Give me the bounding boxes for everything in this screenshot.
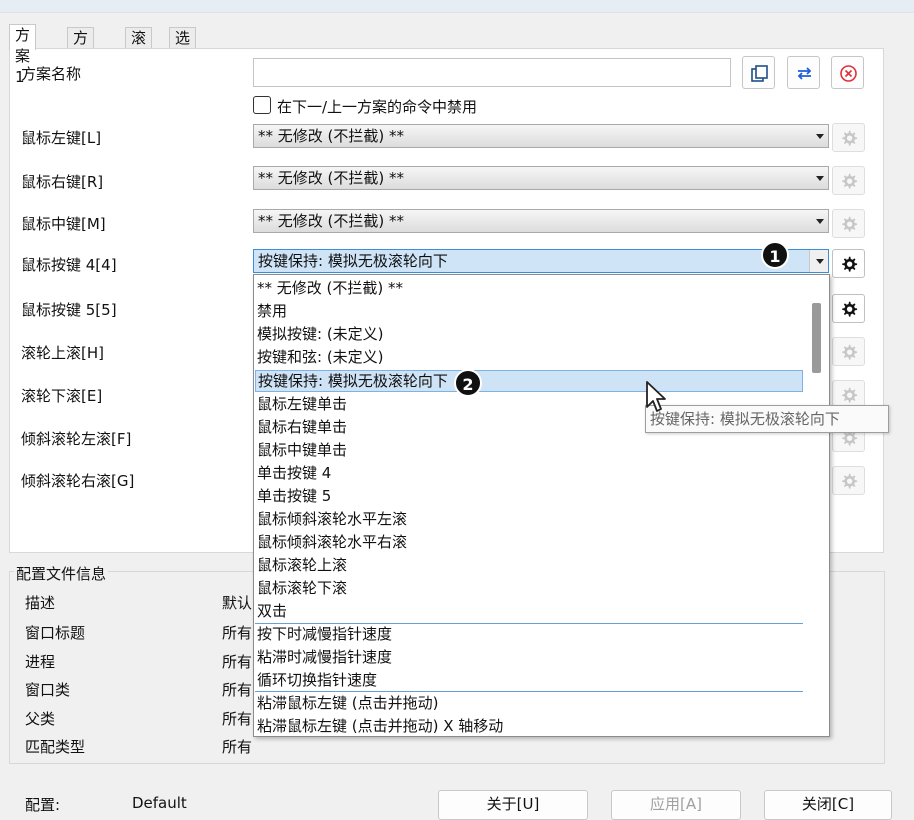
disable-in-cycle-checkbox[interactable]	[253, 96, 271, 114]
row-label-wheel-up: 滚轮上滚[H]	[21, 344, 104, 362]
row-label-right-button: 鼠标右键[R]	[21, 173, 104, 191]
info-value-window-title: 所有	[222, 624, 253, 642]
about-button[interactable]: 关于[U]	[438, 790, 588, 820]
mouse-cursor-icon	[646, 381, 666, 412]
dropdown-item-selected[interactable]: 按键保持: 模拟无极滚轮向下	[255, 370, 803, 392]
tooltip: 按键保持: 模拟无极滚轮向下	[645, 405, 889, 433]
dropdown-scrollbar[interactable]	[805, 275, 829, 736]
info-value-window-class: 所有	[222, 681, 253, 699]
profile-label: 配置:	[25, 796, 61, 814]
window-top-strip	[0, 0, 914, 13]
gear-icon	[842, 256, 858, 272]
dropdown-item[interactable]: ** 无修改 (不拦截) **	[255, 277, 805, 299]
gear-icon	[842, 173, 858, 189]
dropdown-item[interactable]: 粘滞鼠标左键 (点击并拖动)	[255, 692, 805, 714]
close-circle-icon	[840, 65, 857, 82]
delete-scheme-button[interactable]	[831, 56, 864, 89]
chevron-down-icon	[816, 259, 824, 264]
gear-icon	[842, 387, 858, 403]
annotation-badge-2: 2	[454, 369, 482, 397]
dropdown-item[interactable]: 双击	[255, 600, 805, 622]
dropdown-item[interactable]: 鼠标滚轮上滚	[255, 554, 805, 576]
row-label-button-4: 鼠标按键 4[4]	[21, 256, 117, 274]
action-dropdown-list[interactable]: ** 无修改 (不拦截) ** 禁用 模拟按键: (未定义) 按键和弦: (未定…	[253, 274, 830, 737]
info-key-window-class: 窗口类	[25, 681, 71, 699]
disable-in-cycle-label: 在下一/上一方案的命令中禁用	[277, 98, 478, 116]
dropdown-item[interactable]: 鼠标滚轮下滚	[255, 577, 805, 599]
row-label-middle-button: 鼠标中键[M]	[21, 215, 106, 233]
button-4-settings-button[interactable]	[832, 249, 865, 278]
combo-value: ** 无修改 (不拦截) **	[258, 169, 405, 187]
dropdown-item[interactable]: 粘滞时减慢指针速度	[255, 646, 805, 668]
dropdown-item[interactable]: 鼠标倾斜滚轮水平右滚	[255, 531, 805, 553]
row-label-tilt-left: 倾斜滚轮左滚[F]	[21, 430, 132, 448]
left-button-combo[interactable]: ** 无修改 (不拦截) **	[253, 124, 829, 148]
dropdown-item[interactable]: 单击按键 5	[255, 485, 805, 507]
button-4-combo[interactable]: 按键保持: 模拟无极滚轮向下	[253, 249, 829, 273]
chevron-down-icon	[816, 134, 824, 139]
info-key-match-type: 匹配类型	[25, 738, 86, 756]
left-button-settings-button[interactable]	[832, 123, 865, 152]
row-label-left-button: 鼠标左键[L]	[21, 129, 102, 147]
info-value-description: 默认	[222, 594, 253, 612]
row-label-button-5: 鼠标按键 5[5]	[21, 301, 117, 319]
gear-icon	[842, 216, 858, 232]
dropdown-item[interactable]: 按键和弦: (未定义)	[255, 346, 805, 368]
info-value-parent-class: 所有	[222, 710, 253, 728]
gear-icon	[842, 130, 858, 146]
combo-value: ** 无修改 (不拦截) **	[258, 127, 405, 145]
middle-button-combo[interactable]: ** 无修改 (不拦截) **	[253, 209, 829, 233]
info-key-description: 描述	[25, 594, 56, 612]
swap-scheme-button[interactable]	[787, 56, 820, 89]
button-5-settings-button[interactable]	[832, 294, 865, 323]
tab-scheme-1[interactable]: 方案 1	[9, 24, 37, 86]
chevron-down-icon	[816, 176, 824, 181]
gear-icon	[842, 301, 858, 317]
info-value-match-type: 所有	[222, 738, 253, 756]
apply-button[interactable]: 应用[A]	[611, 790, 741, 820]
close-button[interactable]: 关闭[C]	[764, 790, 892, 820]
dropdown-item[interactable]: 循环切换指针速度	[255, 669, 805, 691]
chevron-down-icon	[816, 219, 824, 224]
right-button-settings-button[interactable]	[832, 166, 865, 195]
tab-options[interactable]: 选项	[169, 27, 197, 68]
annotation-badge-1: 1	[761, 241, 789, 269]
dropdown-item[interactable]: 按下时减慢指针速度	[255, 623, 805, 645]
combo-value: ** 无修改 (不拦截) **	[258, 212, 405, 230]
info-key-window-title: 窗口标题	[25, 624, 86, 642]
dropdown-item[interactable]: 禁用	[255, 300, 805, 322]
dropdown-item[interactable]: 鼠标中键单击	[255, 439, 805, 461]
scheme-name-input[interactable]	[253, 58, 731, 87]
profile-value[interactable]: Default	[132, 794, 187, 812]
info-value-process: 所有	[222, 653, 253, 671]
gear-icon	[842, 473, 858, 489]
tilt-right-settings-button[interactable]	[832, 466, 865, 495]
tab-scroll[interactable]: 滚动	[125, 27, 153, 68]
dropdown-item[interactable]: 模拟按键: (未定义)	[255, 323, 805, 345]
middle-button-settings-button[interactable]	[832, 209, 865, 238]
dropdown-item[interactable]: 单击按键 4	[255, 462, 805, 484]
row-label-wheel-down: 滚轮下滚[E]	[21, 387, 103, 405]
right-button-combo[interactable]: ** 无修改 (不拦截) **	[253, 166, 829, 190]
copy-scheme-button[interactable]	[742, 56, 775, 89]
info-key-process: 进程	[25, 653, 56, 671]
dropdown-item[interactable]: 粘滞鼠标左键 (点击并拖动) X 轴移动	[255, 715, 805, 736]
profile-info-title: 配置文件信息	[14, 563, 109, 584]
wheel-up-settings-button[interactable]	[832, 337, 865, 366]
info-key-parent-class: 父类	[25, 710, 56, 728]
row-label-tilt-right: 倾斜滚轮右滚[G]	[21, 472, 135, 490]
gear-icon	[842, 344, 858, 360]
swap-arrows-icon	[797, 67, 812, 80]
scrollbar-thumb[interactable]	[812, 303, 821, 373]
tab-scheme-2[interactable]: 方案 2	[67, 27, 95, 89]
copy-icon	[751, 65, 768, 82]
combo-value: 按键保持: 模拟无极滚轮向下	[258, 252, 448, 270]
dropdown-item[interactable]: 鼠标倾斜滚轮水平左滚	[255, 508, 805, 530]
